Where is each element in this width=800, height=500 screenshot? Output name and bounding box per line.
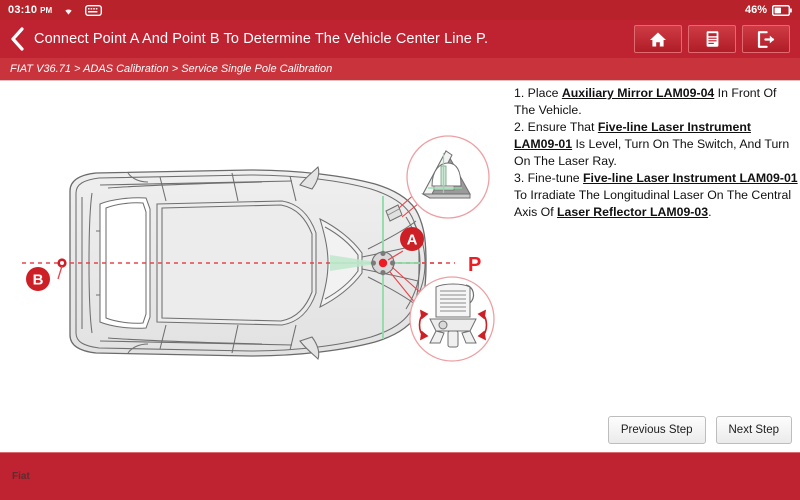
auxiliary-mirror-callout [406, 135, 490, 219]
report-button[interactable] [688, 25, 736, 53]
exit-button[interactable] [742, 25, 790, 53]
status-time: 03:10 [8, 4, 38, 16]
label-a: A [407, 232, 418, 249]
battery-icon [772, 4, 792, 16]
step3-prefix: 3. Fine-tune [514, 170, 584, 185]
keyboard-icon [85, 4, 103, 16]
status-bar: 03:10 PM 46% [0, 0, 800, 20]
page-title: Connect Point A And Point B To Determine… [34, 31, 489, 47]
header-button-group [634, 25, 800, 53]
calibration-diagram: B A P [0, 81, 508, 453]
report-icon [706, 31, 718, 47]
adas-calibration-screen: 03:10 PM 46% Connect Point A And Point B… [0, 0, 800, 500]
step-navigation: Previous Step Next Step [607, 416, 792, 444]
step2-prefix: 2. Ensure That [514, 119, 598, 134]
footer-vehicle-label: Fiat [12, 471, 30, 482]
step1-part-number: Auxiliary Mirror LAM09-04 [561, 86, 715, 100]
step3-suffix: . [708, 204, 712, 219]
breadcrumb-text: FIAT V36.71 > ADAS Calibration > Service… [10, 63, 333, 75]
instruction-step-3: 3. Fine-tune Five-line Laser Instrument … [514, 170, 798, 221]
previous-step-button[interactable]: Previous Step [607, 416, 706, 444]
next-step-button[interactable]: Next Step [715, 416, 792, 444]
instruction-step-2: 2. Ensure That Five-line Laser Instrumen… [514, 119, 798, 170]
home-button[interactable] [634, 25, 682, 53]
label-b: B [33, 272, 44, 289]
breadcrumb[interactable]: FIAT V36.71 > ADAS Calibration > Service… [0, 58, 800, 80]
instruction-list: 1. Place Auxiliary Mirror LAM09-04 In Fr… [514, 85, 798, 221]
main-content: B A P 1. Place Auxiliary Mirror LAM09-04… [0, 80, 800, 452]
battery-percent: 46% [744, 4, 767, 16]
app-header: Connect Point A And Point B To Determine… [0, 20, 800, 58]
status-ampm: PM [40, 5, 53, 15]
wifi-icon [62, 5, 75, 16]
laser-instrument-callout [409, 276, 495, 362]
instruction-step-1: 1. Place Auxiliary Mirror LAM09-04 In Fr… [514, 85, 798, 119]
label-p: P [468, 254, 481, 276]
point-a-marker: A [400, 227, 424, 251]
exit-icon [757, 30, 774, 48]
step1-prefix: 1. Place [514, 86, 562, 100]
step3-part-number: Five-line Laser Instrument LAM09-01 [583, 170, 798, 185]
home-icon [650, 32, 666, 46]
back-button[interactable] [0, 20, 34, 58]
step3-part-number-2: Laser Reflector LAM09-03 [557, 204, 709, 219]
footer-bar: Fiat [0, 452, 800, 500]
